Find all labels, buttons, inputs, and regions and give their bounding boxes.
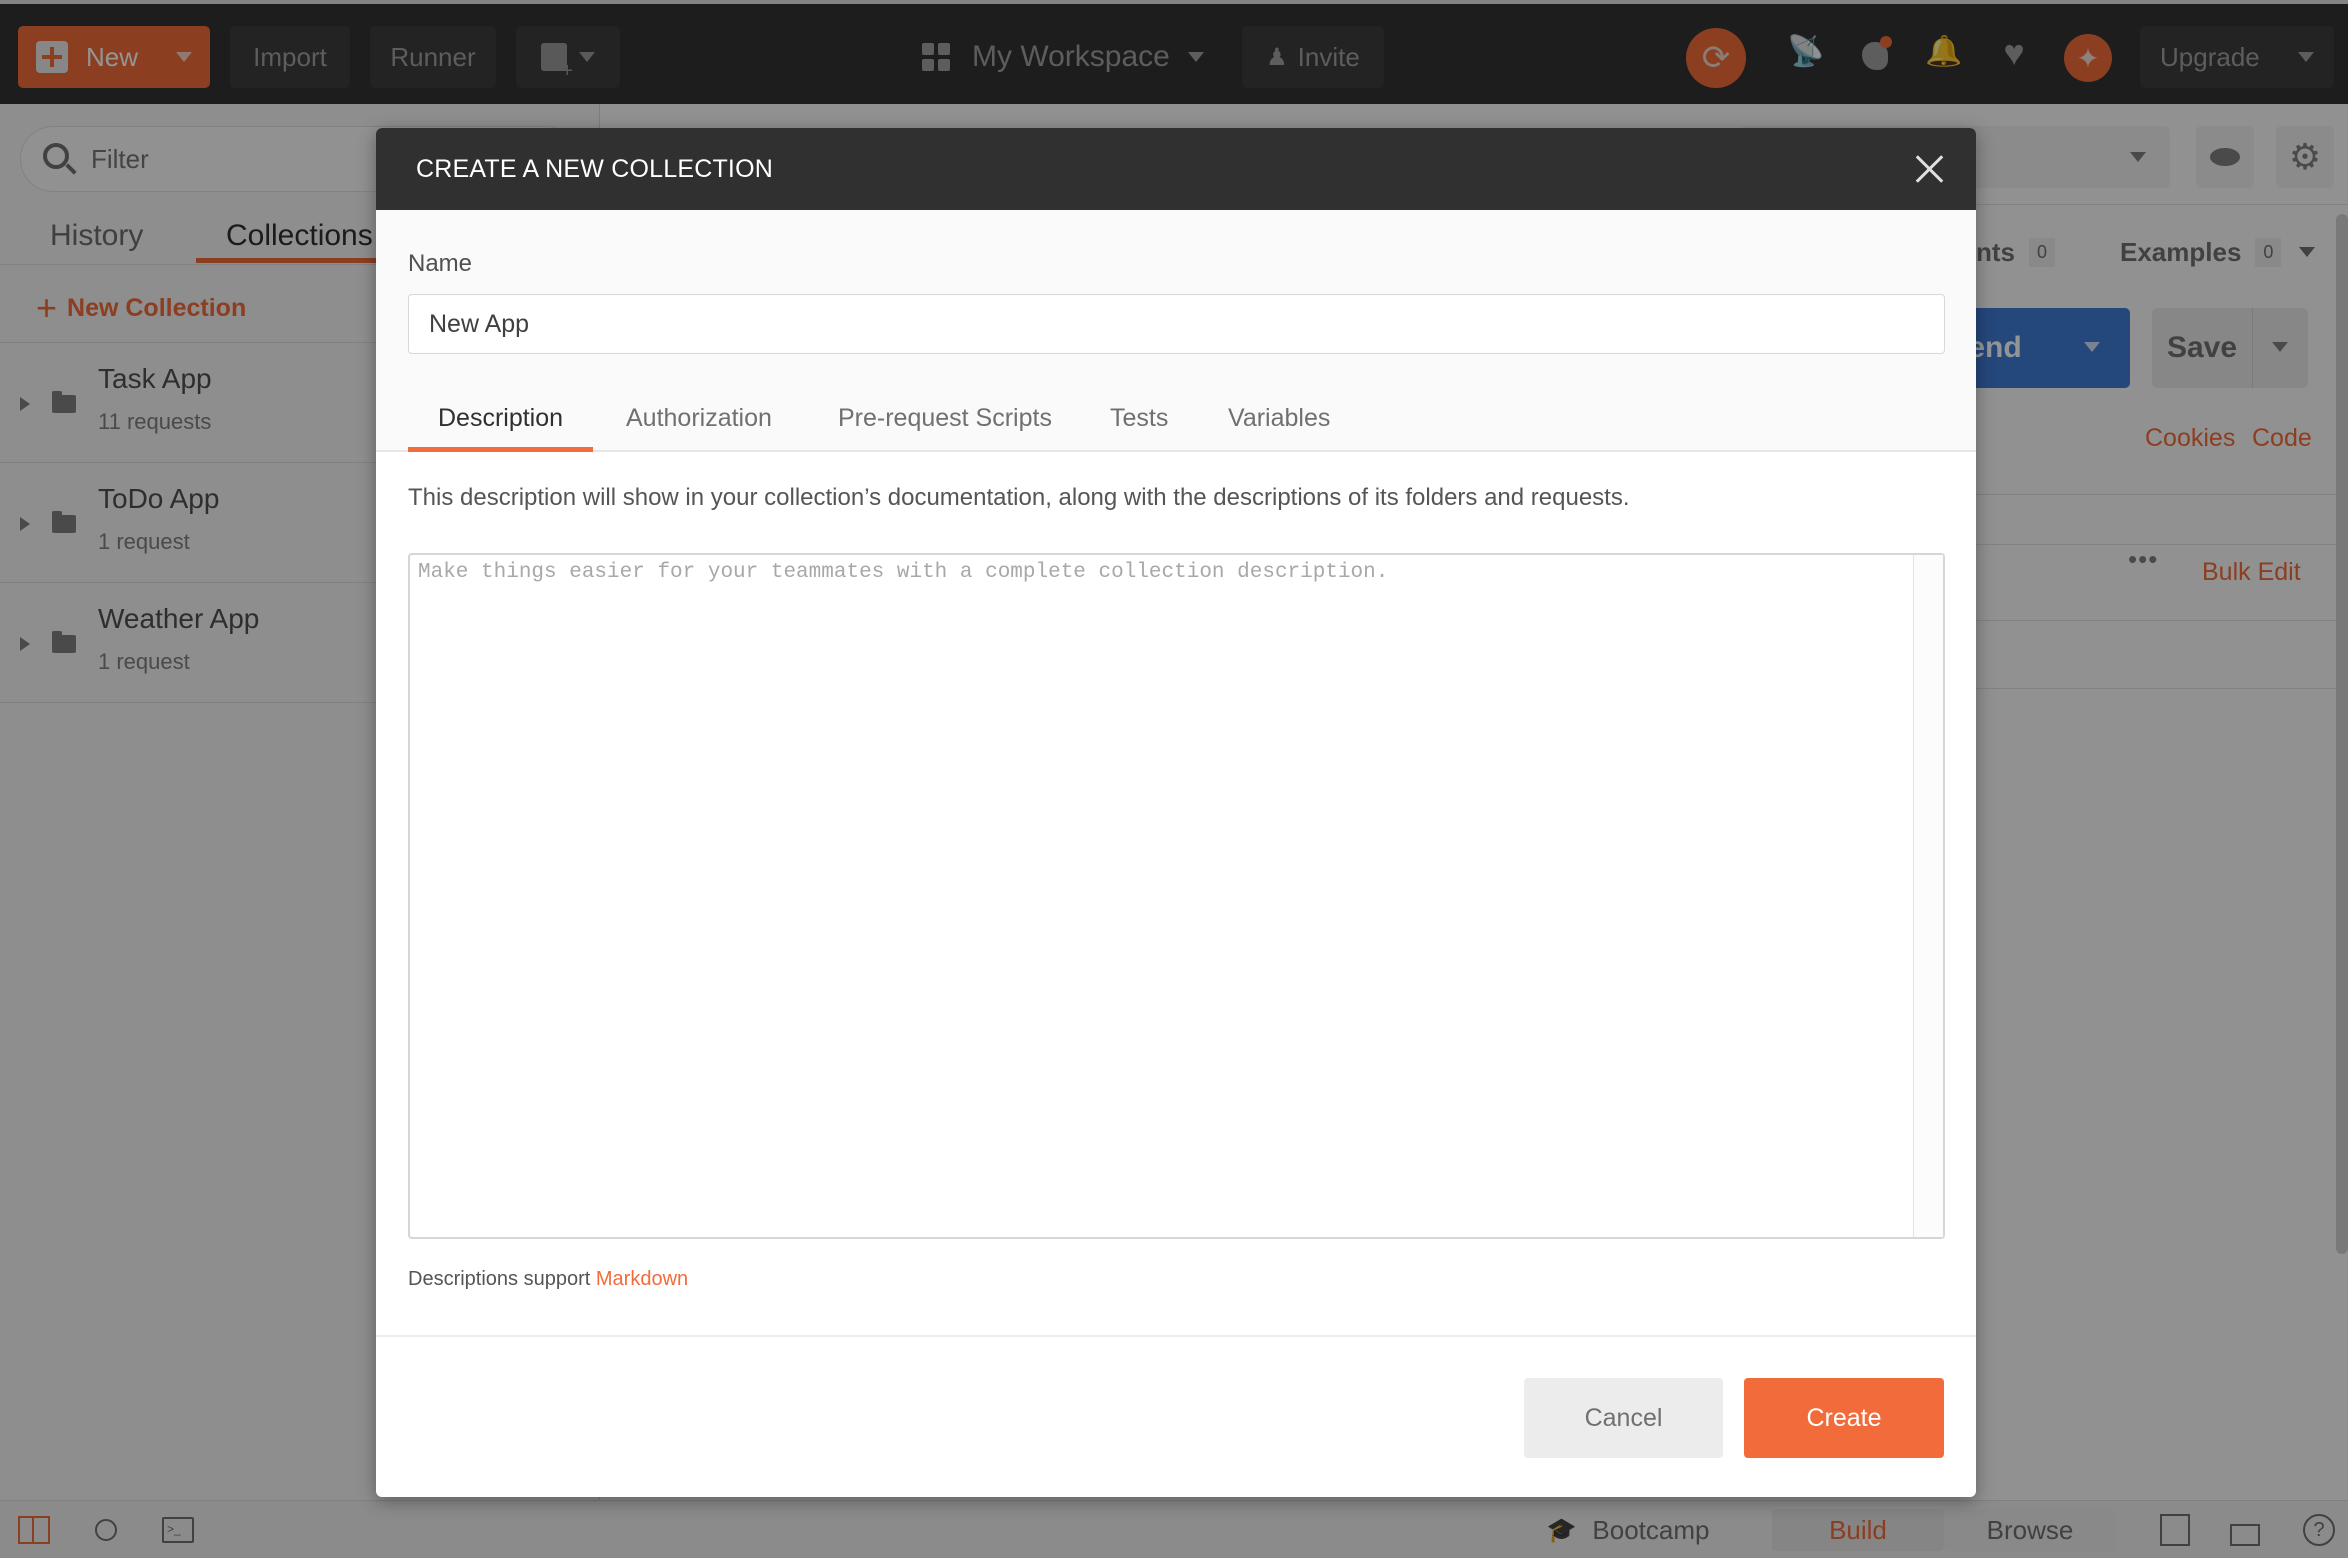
markdown-link[interactable]: Markdown [596,1268,688,1290]
create-button[interactable]: Create [1744,1378,1944,1458]
collection-name-input[interactable] [408,294,1945,354]
tab-pre-request-scripts[interactable]: Pre-request Scripts [838,386,1052,450]
tab-variables[interactable]: Variables [1228,386,1330,450]
description-help-text: This description will show in your colle… [408,484,1630,511]
modal-upper-section: Name Description Authorization Pre-reque… [376,210,1976,452]
tab-description[interactable]: Description [407,386,594,452]
description-scrollbar[interactable] [1913,555,1943,1237]
modal-title: CREATE A NEW COLLECTION [416,154,773,183]
close-icon[interactable] [1910,149,1950,189]
description-textarea[interactable] [410,555,1907,1237]
tab-tests[interactable]: Tests [1110,386,1168,450]
modal-header: CREATE A NEW COLLECTION [376,128,1976,210]
create-collection-modal: CREATE A NEW COLLECTION Name Description… [376,128,1976,1497]
markdown-note-prefix: Descriptions support [408,1268,591,1290]
tab-authorization[interactable]: Authorization [626,386,772,450]
footer-divider [376,1335,1976,1337]
cancel-button[interactable]: Cancel [1524,1378,1723,1458]
description-editor [408,553,1945,1239]
name-label: Name [408,250,473,277]
markdown-note: Descriptions support Markdown [408,1268,688,1291]
